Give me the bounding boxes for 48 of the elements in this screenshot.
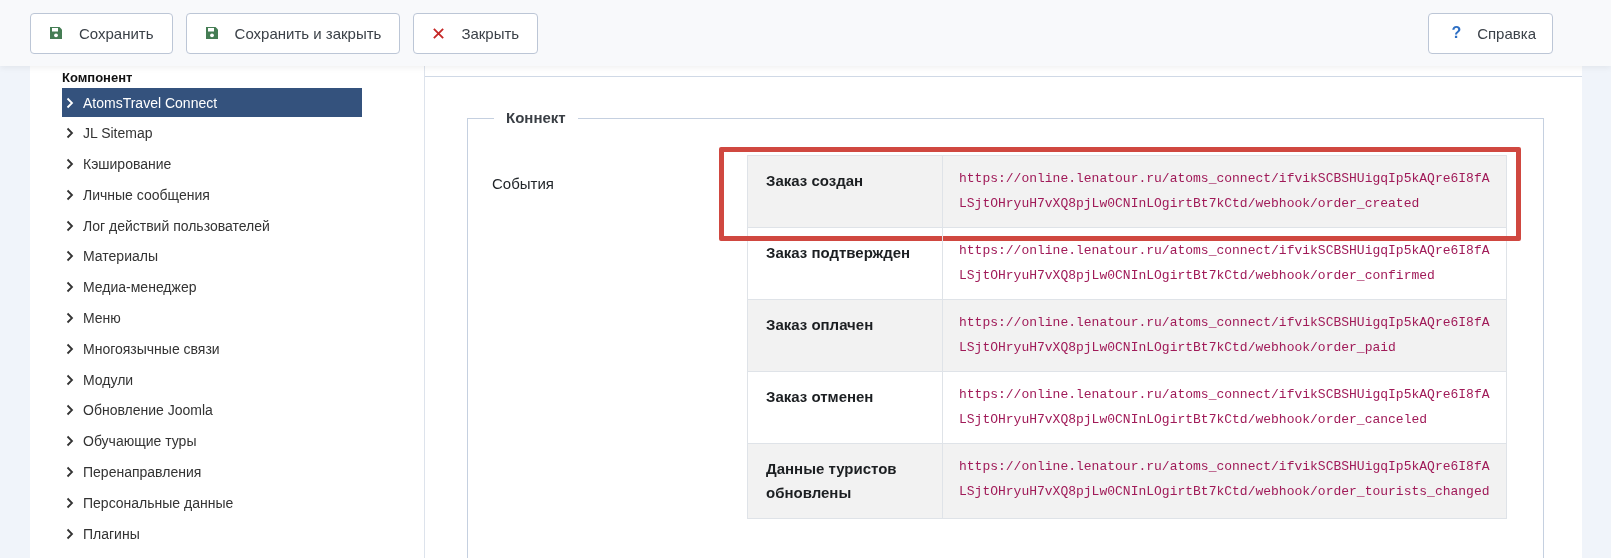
toolbar-button[interactable]: Сохранить и закрыть	[185, 12, 401, 54]
chevron-icon	[66, 96, 74, 109]
chevron-icon	[66, 496, 74, 509]
save-icon	[204, 26, 219, 40]
chevron-icon	[66, 527, 74, 540]
chevron-icon	[66, 188, 74, 201]
sidebar-heading: Компонент	[62, 70, 134, 87]
save-icon	[49, 26, 63, 40]
event-cell: Заказ создан	[748, 156, 943, 227]
sidebar-item[interactable]: Кэширование	[62, 149, 362, 179]
chevron-icon	[66, 158, 74, 171]
sidebar-item[interactable]: Личные сообщения	[62, 180, 362, 210]
chevron-icon	[66, 312, 74, 325]
chevron-icon	[66, 281, 74, 294]
sidebar-item[interactable]: Плагины	[62, 519, 362, 549]
chevron-icon	[66, 342, 74, 355]
close-icon	[432, 26, 446, 40]
url-cell-text: https://online.lenatour.ru/atoms_connect/ifvikSCBSHUigqIp5kAQre6I8fALSjtOHryuH7vXQ8pjLw0CNInLOgirtBt7kCtd/webhook/order_confirmed	[958, 242, 1491, 285]
help-button[interactable]: ? Справка	[1428, 12, 1553, 54]
url-cell-text: https://online.lenatour.ru/atoms_connect/ifvikSCBSHUigqIp5kAQre6I8fALSjtOHryuH7vXQ8pjLw0CNInLOgirtBt7kCtd/webhook/order_paid	[958, 314, 1491, 357]
url-cell-text: https://online.lenatour.ru/atoms_connect/ifvikSCBSHUigqIp5kAQre6I8fALSjtOHryuH7vXQ8pjLw0CNInLOgirtBt7kCtd/webhook/order_created	[958, 170, 1491, 213]
chevron-icon	[66, 404, 74, 417]
sidebar-item[interactable]: Персональные данные	[62, 488, 362, 518]
sidebar-item[interactable]: Модули	[62, 365, 362, 395]
chevron-icon	[66, 127, 74, 140]
sidebar-item[interactable]: Обучающие туры	[62, 426, 362, 456]
sidebar-item[interactable]: Лог действий пользователей	[62, 211, 362, 241]
field-label: События	[492, 174, 555, 194]
sidebar-item[interactable]: Обновление Joomla	[62, 395, 362, 425]
chevron-icon	[66, 466, 74, 479]
sidebar-item[interactable]: Медиа-менеджер	[62, 272, 362, 302]
chevron-icon	[66, 250, 74, 263]
toolbar-button[interactable]: Закрыть	[413, 12, 539, 54]
sidebar-item[interactable]: JL Sitemap	[62, 118, 362, 148]
sidebar-item[interactable]: Материалы	[62, 242, 362, 271]
event-cell: Заказ оплачен	[748, 300, 943, 371]
sidebar-item[interactable]: AtomsTravel Connect	[62, 88, 362, 117]
toolbar-button[interactable]: Сохранить	[30, 12, 173, 54]
event-cell: Данные туристов обновлены	[748, 444, 943, 518]
sidebar-item[interactable]: Меню	[62, 303, 362, 333]
sidebar-item[interactable]: Перенаправления	[62, 457, 362, 487]
chevron-icon	[66, 373, 74, 386]
chevron-icon	[66, 219, 74, 232]
url-cell-text: https://online.lenatour.ru/atoms_connect/ifvikSCBSHUigqIp5kAQre6I8fALSjtOHryuH7vXQ8pjLw0CNInLOgirtBt7kCtd/webhook/order_tourists_changed	[958, 458, 1491, 501]
chevron-icon	[66, 435, 74, 448]
help-icon: ?	[1451, 24, 1462, 42]
url-cell-text: https://online.lenatour.ru/atoms_connect/ifvikSCBSHUigqIp5kAQre6I8fALSjtOHryuH7vXQ8pjLw0CNInLOgirtBt7kCtd/webhook/order_canceled	[958, 386, 1491, 429]
sidebar-item[interactable]: Многоязычные связи	[62, 334, 362, 364]
